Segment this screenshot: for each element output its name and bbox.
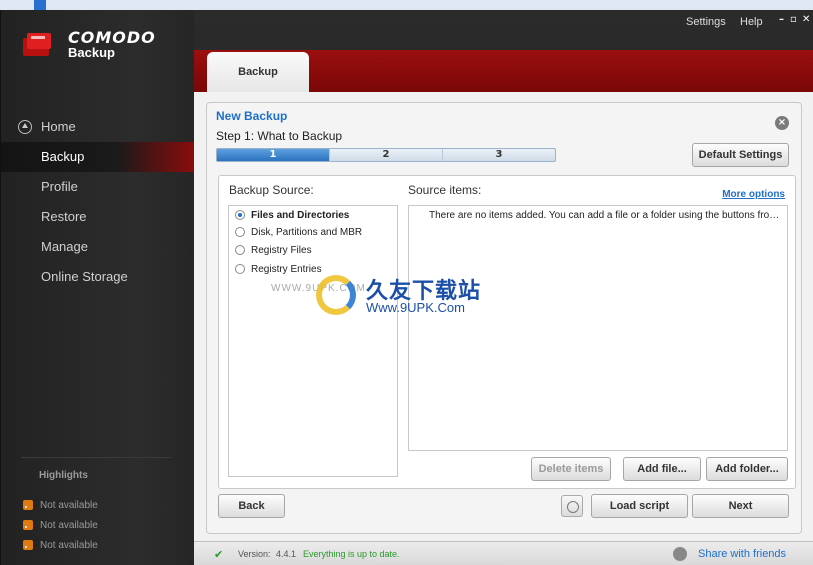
back-button[interactable]: Back (218, 494, 285, 518)
main-content: New Backup Step 1: What to Backup × 1 2 … (194, 92, 813, 541)
sidebar-item-backup[interactable]: Backup (1, 142, 194, 172)
more-options-link[interactable]: More options (722, 189, 785, 200)
source-option-disk[interactable]: Disk, Partitions and MBR (235, 226, 362, 240)
next-button[interactable]: Next (692, 494, 789, 518)
version-label: Version: (238, 549, 271, 559)
scheduler-icon[interactable] (561, 495, 583, 517)
source-option-files[interactable]: Files and Directories (235, 209, 349, 223)
add-folder-button[interactable]: Add folder... (706, 457, 788, 481)
source-box: Backup Source: Source items: More option… (218, 175, 796, 489)
step-progress: 1 2 3 (216, 148, 556, 162)
load-script-button[interactable]: Load script (591, 494, 688, 518)
sidebar-item-restore[interactable]: Restore (1, 202, 194, 232)
highlight-item[interactable]: Not available (23, 499, 98, 513)
sidebar-item-label: Online Storage (41, 269, 128, 284)
share-link[interactable]: Share with friends (698, 548, 786, 560)
empty-message: There are no items added. You can add a … (429, 210, 784, 221)
default-settings-button[interactable]: Default Settings (692, 143, 789, 167)
radio-icon (235, 264, 245, 275)
os-ribbon-strip (0, 0, 813, 10)
settings-link[interactable]: Settings (686, 16, 726, 28)
source-type-list: Files and Directories Disk, Partitions a… (228, 205, 398, 477)
help-link[interactable]: Help (740, 16, 763, 28)
step-1: 1 (217, 149, 330, 161)
sidebar-item-profile[interactable]: Profile (1, 172, 194, 202)
rss-icon (23, 520, 33, 531)
step-2: 2 (330, 149, 443, 161)
close-window-icon[interactable]: ✕ (802, 14, 810, 25)
backup-source-label: Backup Source: (229, 183, 314, 197)
highlights-title: Highlights (39, 470, 88, 481)
highlight-item[interactable]: Not available (23, 539, 98, 553)
source-items-list[interactable]: There are no items added. You can add a … (408, 205, 788, 451)
sidebar-item-label: Backup (41, 149, 85, 164)
minimize-icon[interactable]: – (779, 14, 784, 25)
source-option-registry-entries[interactable]: Registry Entries (235, 263, 322, 277)
radio-icon (235, 245, 245, 256)
sidebar-item-online-storage[interactable]: Online Storage (1, 262, 194, 292)
share-icon (673, 547, 687, 561)
status-bar: ✔ Version: 4.4.1 Everything is up to dat… (194, 541, 813, 565)
source-option-registry-files[interactable]: Registry Files (235, 244, 312, 258)
comodo-logo-icon (23, 33, 51, 56)
app-window: COMODO Backup Home Backup Profile Restor… (0, 10, 813, 565)
version-number: 4.4.1 (276, 549, 297, 559)
wizard-title: New Backup (216, 109, 288, 123)
divider (21, 457, 171, 458)
sidebar-item-label: Profile (41, 179, 78, 194)
radio-icon (235, 227, 245, 238)
brand: COMODO Backup (68, 28, 156, 60)
close-icon[interactable]: × (775, 116, 789, 130)
sidebar-item-home[interactable]: Home (1, 112, 194, 142)
check-icon: ✔ (214, 548, 224, 561)
rss-icon (23, 500, 33, 511)
sidebar-item-label: Manage (41, 239, 88, 254)
rss-icon (23, 540, 33, 551)
status-message: Everything is up to date. (303, 549, 400, 559)
sidebar-item-label: Home (41, 119, 76, 134)
source-items-label: Source items: (408, 183, 482, 197)
os-ribbon-tab[interactable] (34, 0, 46, 10)
brand-product: Backup (68, 45, 115, 60)
sidebar-item-manage[interactable]: Manage (1, 232, 194, 262)
step-3: 3 (495, 149, 503, 160)
sidebar-item-label: Restore (41, 209, 87, 224)
sidebar-nav: Home Backup Profile Restore Manage Onlin… (1, 112, 194, 292)
radio-checked-icon (235, 210, 245, 221)
sidebar: COMODO Backup Home Backup Profile Restor… (1, 10, 194, 565)
add-file-button[interactable]: Add file... (623, 457, 701, 481)
home-icon (18, 120, 32, 134)
maximize-icon[interactable]: ▫ (790, 14, 797, 25)
highlight-item[interactable]: Not available (23, 519, 98, 533)
step-title: Step 1: What to Backup (216, 129, 343, 143)
delete-items-button[interactable]: Delete items (531, 457, 611, 481)
wizard-panel: New Backup Step 1: What to Backup × 1 2 … (206, 102, 802, 534)
tab-backup[interactable]: Backup (207, 52, 309, 94)
